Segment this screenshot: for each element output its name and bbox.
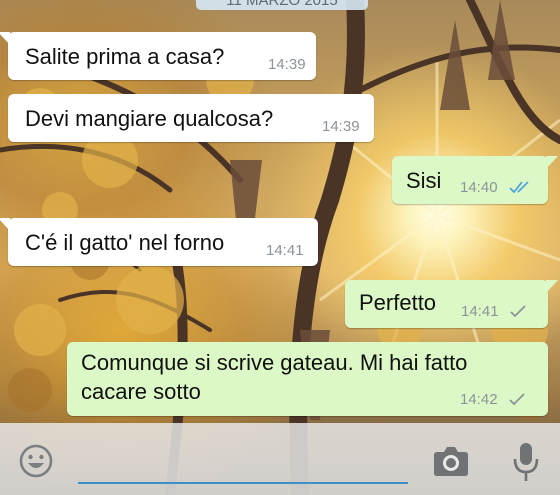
message-text-line2: cacare sotto	[81, 379, 201, 404]
message-text: C'é il gatto' nel forno	[25, 230, 225, 255]
message-input-field[interactable]	[78, 482, 408, 484]
message-bubble-incoming[interactable]: Salite prima a casa? 14:39	[0, 32, 316, 80]
check-sent-icon	[510, 305, 526, 318]
microphone-icon[interactable]	[512, 441, 540, 483]
message-text: Devi mangiare qualcosa?	[25, 106, 274, 131]
message-meta: 14:42	[460, 391, 526, 408]
message-meta: 14:40	[460, 179, 534, 196]
camera-icon[interactable]	[432, 444, 470, 478]
message-bubble-outgoing[interactable]: Comunque si scrive gateau. Mi hai fatto …	[67, 342, 548, 416]
message-time: 14:39	[268, 56, 306, 73]
message-bubble-outgoing[interactable]: Perfetto 14:41	[345, 280, 558, 328]
message-time: 14:41	[461, 303, 499, 320]
message-time: 14:41	[266, 242, 304, 259]
date-chip: 11 MARZO 2015	[196, 0, 368, 10]
message-time: 14:42	[460, 391, 498, 408]
message-bubble-incoming[interactable]: Devi mangiare qualcosa? 14:39	[8, 94, 374, 142]
double-check-read-icon	[509, 181, 529, 194]
message-time: 14:40	[460, 179, 498, 196]
check-sent-icon	[509, 393, 525, 406]
message-meta: 14:41	[461, 303, 527, 320]
message-text: Sisi	[406, 168, 442, 193]
message-bubble-incoming[interactable]: C'é il gatto' nel forno 14:41	[0, 218, 318, 266]
message-text-line1: Comunque si scrive gateau. Mi hai fatto	[81, 350, 468, 375]
message-text: Salite prima a casa?	[25, 44, 225, 69]
message-input-bar	[0, 423, 560, 495]
message-time: 14:39	[322, 118, 360, 135]
message-text: Perfetto	[359, 290, 437, 315]
emoji-icon[interactable]	[18, 443, 54, 479]
message-bubble-outgoing[interactable]: Sisi 14:40	[392, 156, 558, 204]
